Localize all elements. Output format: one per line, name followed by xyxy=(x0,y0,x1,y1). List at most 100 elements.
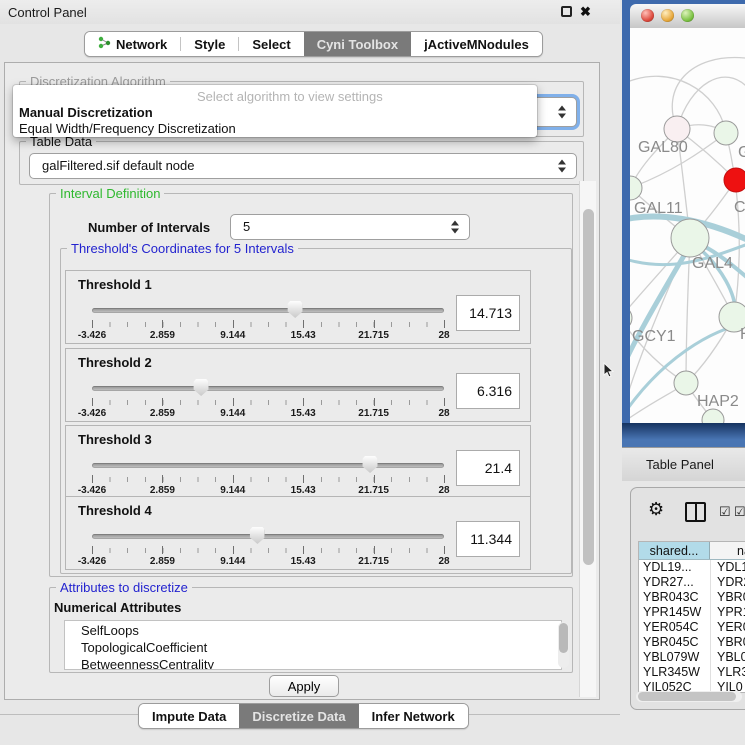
slider-track[interactable] xyxy=(92,534,444,539)
tab-jactivemnodules[interactable]: jActiveMNodules xyxy=(411,32,542,56)
network-icon xyxy=(98,36,111,52)
slider-track[interactable] xyxy=(92,386,444,391)
tick-label: 28 xyxy=(438,330,449,341)
scrollbar-thumb[interactable] xyxy=(638,692,736,701)
list-item[interactable]: SelfLoops xyxy=(81,622,561,639)
tick-label: -3.426 xyxy=(78,556,106,567)
minimize-traffic-light-icon[interactable] xyxy=(661,9,674,22)
table-data-combobox[interactable]: galFiltered.sif default node xyxy=(29,153,577,179)
table-row[interactable]: YLR345WYLR3 xyxy=(639,665,745,680)
tab-discretize-data[interactable]: Discretize Data xyxy=(239,704,358,728)
tick-label: 2.859 xyxy=(150,330,175,341)
table-row[interactable]: YDR27...YDR2 xyxy=(639,575,745,590)
tab-cyni-toolbox[interactable]: Cyni Toolbox xyxy=(304,32,411,56)
threshold-2-value-field[interactable]: 6.316 xyxy=(456,373,520,409)
threshold-3-slider[interactable]: -3.426 2.859 9.144 15.43 21.715 28 xyxy=(92,456,444,498)
combo-stepper-icon xyxy=(558,106,567,119)
table-header-row: shared... na xyxy=(639,542,745,560)
gear-icon[interactable]: ⚙ xyxy=(648,499,664,520)
threshold-4-slider[interactable]: -3.426 2.859 9.144 15.43 21.715 28 xyxy=(92,527,444,569)
combo-stepper-icon xyxy=(451,221,460,234)
tick-label: 9.144 xyxy=(220,485,245,496)
column-header-name[interactable]: na xyxy=(710,542,745,559)
tick-label: 21.715 xyxy=(358,330,389,341)
slider-thumb[interactable] xyxy=(250,527,265,544)
node-label-gal4: GAL4 xyxy=(692,255,733,272)
close-traffic-light-icon[interactable] xyxy=(641,9,654,22)
threshold-3-value-field[interactable]: 21.4 xyxy=(456,450,520,486)
zoom-traffic-light-icon[interactable] xyxy=(681,9,694,22)
table-row[interactable]: YBL079WYBL0 xyxy=(639,650,745,665)
network-window-titlebar[interactable] xyxy=(630,4,745,28)
horizontal-scrollbar[interactable] xyxy=(636,691,742,702)
panel-scrollbar[interactable] xyxy=(579,181,596,697)
slider-thumb[interactable] xyxy=(363,456,378,473)
float-window-icon[interactable] xyxy=(561,6,572,17)
interval-definition-group-title: Interval Definition xyxy=(56,186,164,201)
control-panel-title: Control Panel xyxy=(8,5,87,20)
table-panel: ⚙ ☑ ☑ shared... na YDL19...YDL1 YDR27...… xyxy=(630,487,745,710)
dropdown-option-equal-width[interactable]: Equal Width/Frequency Discretization xyxy=(19,121,236,136)
tick-label: 21.715 xyxy=(358,556,389,567)
scrollbar-thumb[interactable] xyxy=(559,623,568,653)
node-gcy1 xyxy=(630,306,632,330)
apply-button[interactable]: Apply xyxy=(269,675,339,697)
scrollbar-thumb[interactable] xyxy=(583,209,594,565)
list-scrollbar[interactable] xyxy=(558,622,569,668)
tick-label: 2.859 xyxy=(150,556,175,567)
list-item[interactable]: TopologicalCoefficient xyxy=(81,639,561,656)
table-row[interactable]: YBR043CYBR0 xyxy=(639,590,745,605)
slider-thumb[interactable] xyxy=(288,301,303,318)
checkbox-icon[interactable]: ☑ xyxy=(719,504,731,520)
threshold-4-value-field[interactable]: 11.344 xyxy=(456,521,520,557)
node-label-ga: GA xyxy=(738,144,745,161)
slider-minor-ticks xyxy=(92,400,444,405)
threshold-3-label: Threshold 3 xyxy=(78,432,152,447)
node-label-gal80: GAL80 xyxy=(638,139,688,156)
tick-label: 2.859 xyxy=(150,408,175,419)
column-header-shared-name[interactable]: shared... xyxy=(639,542,710,559)
window-frame xyxy=(622,423,745,447)
network-view-window: GAL80 GA C GAL11 GAL4 GCY1 H HAP2 xyxy=(622,0,745,447)
node-label-hap2: HAP2 xyxy=(697,393,739,410)
tab-network[interactable]: Network xyxy=(85,32,180,56)
number-of-intervals-combobox[interactable]: 5 xyxy=(230,214,470,240)
algorithm-dropdown-popup: Select algorithm to view settings Manual… xyxy=(13,85,537,137)
slider-track[interactable] xyxy=(92,308,444,313)
network-canvas[interactable]: GAL80 GA C GAL11 GAL4 GCY1 H HAP2 xyxy=(630,28,745,423)
tab-impute-data[interactable]: Impute Data xyxy=(139,704,239,728)
threshold-2-slider[interactable]: -3.426 2.859 9.144 15.43 21.715 28 xyxy=(92,379,444,421)
threshold-1-slider[interactable]: -3.426 2.859 9.144 15.43 21.715 28 xyxy=(92,301,444,343)
slider-track[interactable] xyxy=(92,463,444,468)
table-row[interactable]: YER054CYER0 xyxy=(639,620,745,635)
dropdown-option-manual-discretization[interactable]: Manual Discretization xyxy=(19,105,153,120)
close-icon[interactable]: ✖ xyxy=(580,4,591,20)
dropdown-placeholder-option[interactable]: Select algorithm to view settings xyxy=(197,89,383,104)
numerical-attributes-list[interactable]: SelfLoops TopologicalCoefficient Between… xyxy=(64,620,562,670)
node-gal4 xyxy=(671,219,709,257)
attributes-group: Attributes to discretize Numerical Attri… xyxy=(49,587,573,673)
table-row[interactable]: YDL19...YDL1 xyxy=(639,560,745,575)
numerical-attributes-label: Numerical Attributes xyxy=(54,600,181,615)
threshold-4-label: Threshold 4 xyxy=(78,503,152,518)
slider-minor-ticks xyxy=(92,322,444,327)
split-columns-icon[interactable] xyxy=(685,502,706,522)
checkbox-icon[interactable]: ☑ xyxy=(734,504,745,520)
tick-label: 9.144 xyxy=(220,408,245,419)
interval-definition-group: Interval Definition Number of Intervals … xyxy=(49,193,573,577)
node-table[interactable]: shared... na YDL19...YDL1 YDR27...YDR2 Y… xyxy=(638,541,745,693)
table-row[interactable]: YPR145WYPR1 xyxy=(639,605,745,620)
attributes-group-title: Attributes to discretize xyxy=(56,580,192,595)
tab-infer-network[interactable]: Infer Network xyxy=(359,704,468,728)
slider-thumb[interactable] xyxy=(194,379,209,396)
table-row[interactable]: YBR045CYBR0 xyxy=(639,635,745,650)
threshold-2-label: Threshold 2 xyxy=(78,355,152,370)
tab-select[interactable]: Select xyxy=(239,32,303,56)
tab-style[interactable]: Style xyxy=(181,32,238,56)
threshold-1-value-field[interactable]: 14.713 xyxy=(456,295,520,331)
tick-label: 15.43 xyxy=(291,485,316,496)
list-item[interactable]: BetweennessCentrality xyxy=(81,656,561,670)
tick-label: 15.43 xyxy=(291,330,316,341)
tick-label: 21.715 xyxy=(358,485,389,496)
slider-minor-ticks xyxy=(92,548,444,553)
